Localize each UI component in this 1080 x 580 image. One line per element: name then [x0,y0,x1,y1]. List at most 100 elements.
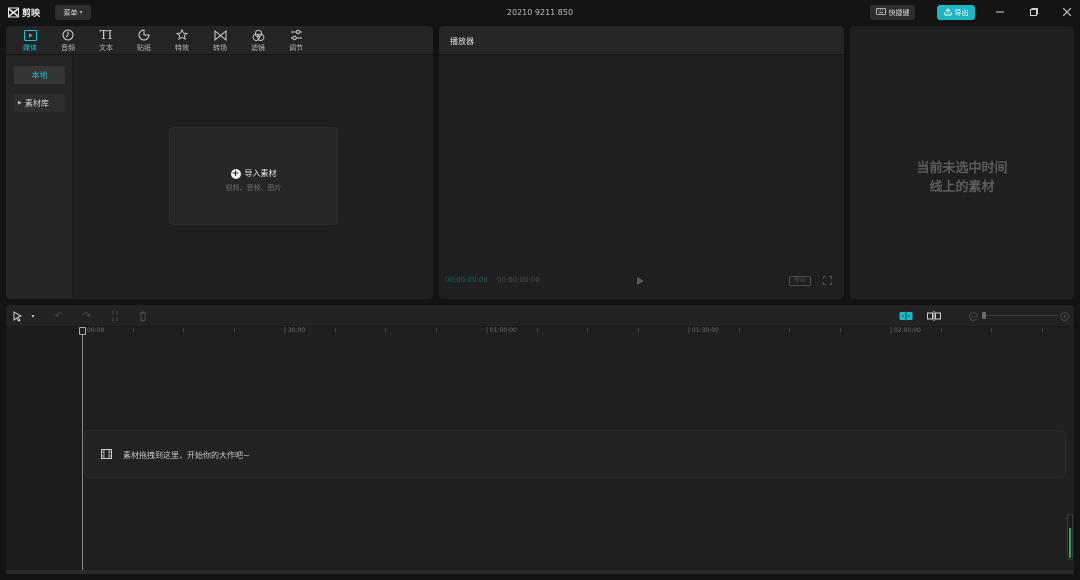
link-toggle-icon[interactable] [926,309,942,323]
import-media-button[interactable]: + 导入素材 [170,168,337,179]
filter-icon [251,28,265,42]
ruler-tick [789,328,790,332]
sticker-icon [137,28,151,42]
media-tabs: 媒体 音频 TI 文本 贴纸 特效 转场 滤镜 调节 [6,26,433,55]
close-icon[interactable] [1061,6,1073,18]
snap-toggle-icon[interactable] [898,309,914,323]
player-panel: 播放器 00:00:00:00 00:00:00:00 原始 [439,26,844,299]
tab-label: 特效 [175,44,189,52]
delete-icon[interactable] [136,309,150,323]
shortcut-button[interactable]: 快捷键 [870,5,915,20]
tab-label: 调节 [289,44,303,52]
minimize-icon[interactable] [994,6,1006,18]
restore-icon[interactable] [1028,6,1040,18]
project-title: 20210 9211 850 [506,8,574,17]
tab-label: 贴纸 [137,44,151,52]
ruler-tick [1042,328,1043,332]
import-label: 导入素材 [244,169,277,178]
export-label: 导出 [954,8,969,17]
tab-audio[interactable]: 音频 [53,28,83,54]
plus-icon: + [230,168,241,179]
media-sidebar: 本地 ▶ 素材库 [6,56,73,299]
playhead-handle[interactable] [79,327,86,335]
ruler-tick [436,328,437,332]
zoom-slider-track[interactable] [984,315,1058,316]
ruler-tick [587,328,588,332]
no-selection-message: 当前未选中时间 线上的素材 [850,159,1074,197]
ruler-tick [335,328,336,332]
tab-filter[interactable]: 滤镜 [243,28,273,54]
play-icon[interactable] [637,277,644,285]
shortcut-label: 快捷键 [888,8,910,17]
tab-label: 媒体 [23,44,37,52]
ruler-label: | 02:00:00 [890,327,921,334]
total-time: 00:00:00:00 [497,276,540,284]
film-icon [101,449,112,459]
import-hint: 视频、音频、图片 [225,184,282,192]
tab-adjust[interactable]: 调节 [281,28,311,54]
sidebar-item-label: 素材库 [24,98,49,108]
effects-icon [175,28,189,42]
redo-icon[interactable]: ↷ [80,309,94,323]
export-button[interactable]: 导出 [937,5,975,20]
ruler-tick [991,328,992,332]
import-media-box[interactable]: + 导入素材 视频、音频、图片 [169,127,338,225]
ruler-label: | 30:00 [284,327,306,334]
tab-label: 转场 [213,44,227,52]
current-time: 00:00:00:00 [445,276,488,284]
tab-text[interactable]: TI 文本 [91,28,121,54]
tab-sticker[interactable]: 贴纸 [129,28,159,54]
no-selection-line-1: 当前未选中时间 [916,161,1008,176]
title-bar: 剪映 菜单 ▾ 20210 9211 850 快捷键 导出 [0,0,1080,24]
ruler-tick [941,328,942,332]
ruler-tick [183,328,184,332]
tab-label: 文本 [99,44,113,52]
zoom-out-icon[interactable] [966,309,980,323]
adjust-icon [289,28,303,42]
ruler-label: | 01:30:00 [688,327,719,334]
chevron-down-icon[interactable]: ▾ [26,309,40,323]
player-header: 播放器 [439,26,844,55]
keyboard-icon [875,8,886,17]
fullscreen-icon[interactable] [823,276,832,285]
tab-effects[interactable]: 特效 [167,28,197,54]
ruler-tick [234,328,235,332]
media-icon [23,28,37,42]
transition-icon [213,28,227,42]
timeline-scrollbar[interactable] [6,570,1074,574]
track-headers [6,327,82,573]
ruler-tick [638,328,639,332]
timeline-drop-zone[interactable]: 素材拖拽到这里，开始你的大作吧~ [84,430,1066,478]
audio-level-meter [1067,514,1073,560]
sidebar-item-local[interactable]: 本地 [14,66,65,84]
tab-label: 音频 [61,44,75,52]
tab-transition[interactable]: 转场 [205,28,235,54]
ruler-label: 00:00 [87,327,105,334]
split-icon[interactable] [108,309,122,323]
ruler-tick [840,328,841,332]
ruler-tick [133,328,134,332]
ratio-button[interactable]: 原始 [789,276,811,286]
ruler-label: | 01:00:00 [486,327,517,334]
drop-hint: 素材拖拽到这里，开始你的大作吧~ [123,451,250,460]
ruler-tick [739,328,740,332]
caret-right-icon: ▶ [18,100,22,106]
undo-icon[interactable]: ↶ [52,309,66,323]
playhead-line[interactable] [82,328,83,573]
ruler-tick [385,328,386,332]
sidebar-item-library[interactable]: ▶ 素材库 [14,94,65,112]
level-meter-fill [1069,528,1071,558]
ruler-tick [537,328,538,332]
tab-media[interactable]: 媒体 [15,28,45,54]
no-selection-line-2: 线上的素材 [929,180,995,195]
text-icon: TI [99,28,113,42]
zoom-in-icon[interactable] [1057,309,1071,323]
timeline-ruler[interactable]: 00:00 | 30:00 | 01:00:00 | 01:30:00 | 02… [82,327,1074,337]
zoom-slider-handle[interactable] [982,312,986,319]
tab-label: 滤镜 [251,44,265,52]
export-icon [944,7,952,18]
player-title: 播放器 [450,37,474,46]
timeline-panel: ▾ ↶ ↷ 00:00 | 30:00 | 01:00:00 | 01:30:0… [6,305,1074,573]
media-panel: 媒体 音频 TI 文本 贴纸 特效 转场 滤镜 调节 本地 ▶ 素材库 + 导入… [6,26,433,299]
select-cursor-icon[interactable] [11,309,25,323]
